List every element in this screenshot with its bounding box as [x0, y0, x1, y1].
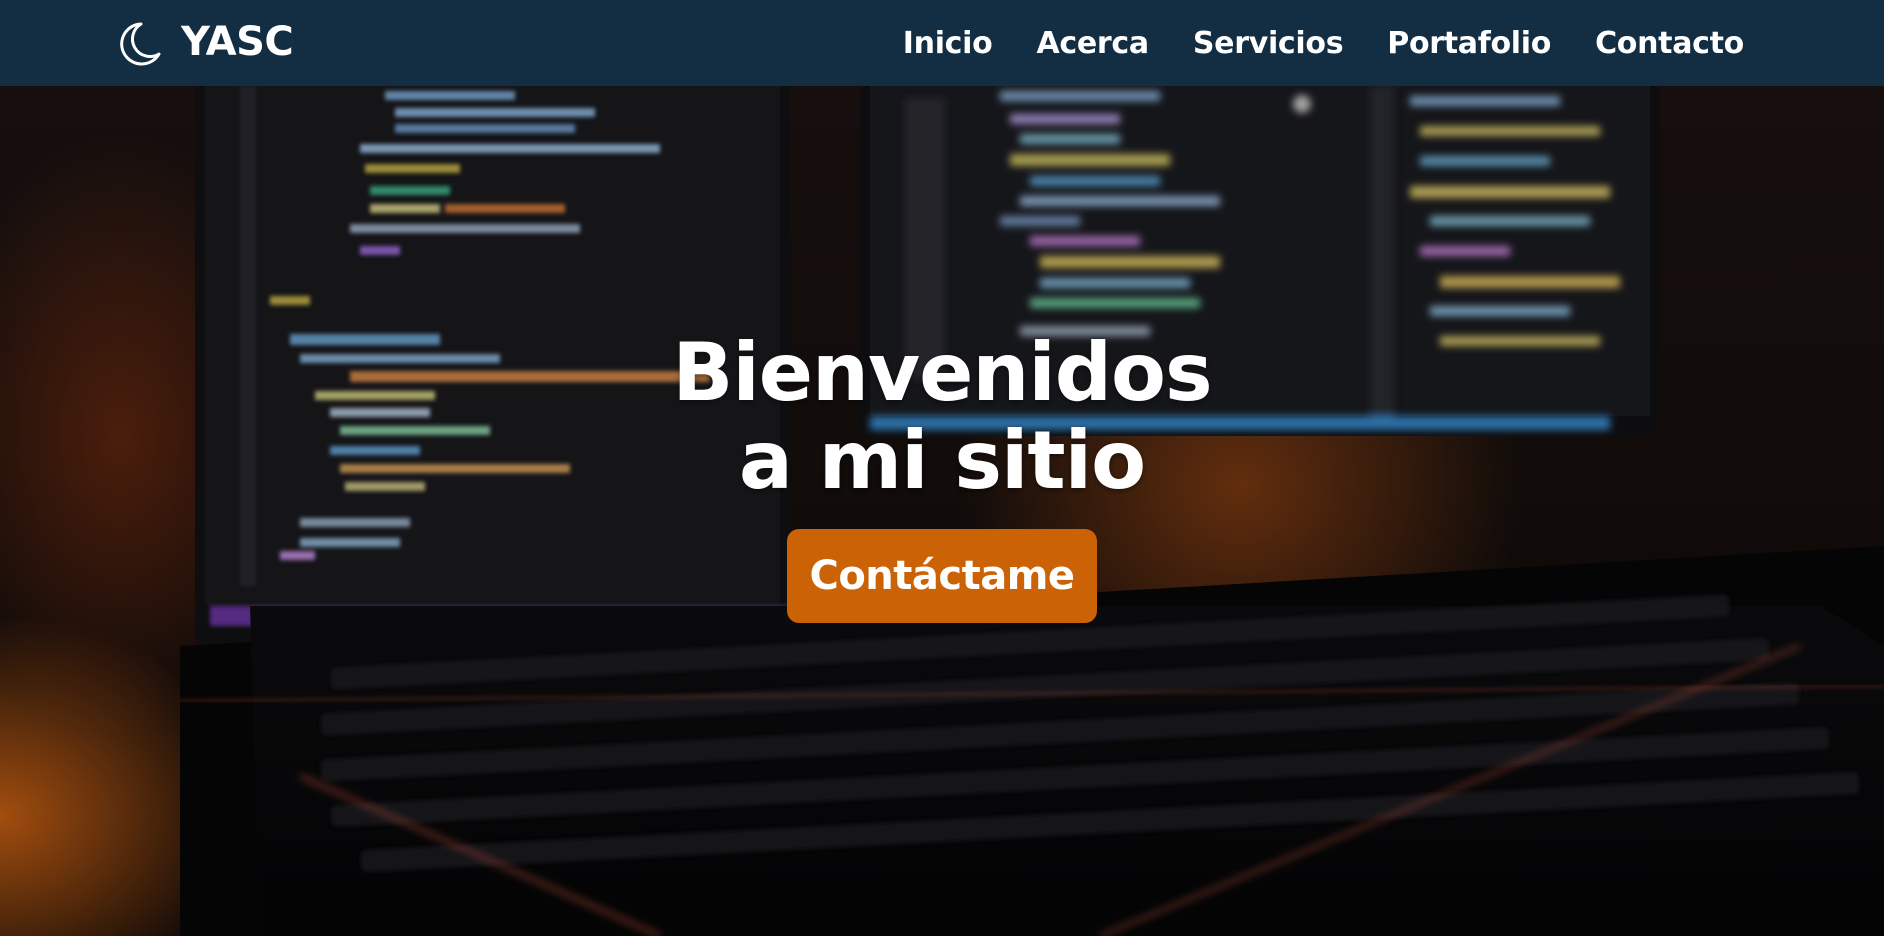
- hero-title-line-2: a mi sitio: [738, 414, 1146, 507]
- nav-link-contacto[interactable]: Contacto: [1595, 26, 1744, 61]
- hero-content: Bienvenidos a mi sitio Contáctame: [0, 329, 1884, 623]
- hero-title: Bienvenidos a mi sitio: [0, 329, 1884, 505]
- moon-icon: [120, 22, 161, 66]
- nav-link-servicios[interactable]: Servicios: [1193, 26, 1344, 61]
- nav-link-portafolio[interactable]: Portafolio: [1387, 26, 1551, 61]
- nav-link-inicio[interactable]: Inicio: [903, 26, 993, 61]
- hero-section: Bienvenidos a mi sitio Contáctame: [0, 86, 1884, 936]
- brand-name: YASC: [181, 19, 294, 65]
- navbar: YASC Inicio Acerca Servicios Portafolio …: [0, 0, 1884, 86]
- hero-title-line-1: Bienvenidos: [672, 326, 1212, 419]
- nav-link-acerca[interactable]: Acerca: [1036, 26, 1149, 61]
- brand[interactable]: YASC: [117, 18, 294, 66]
- contact-cta-button[interactable]: Contáctame: [787, 529, 1097, 623]
- nav-menu: Inicio Acerca Servicios Portafolio Conta…: [903, 0, 1745, 86]
